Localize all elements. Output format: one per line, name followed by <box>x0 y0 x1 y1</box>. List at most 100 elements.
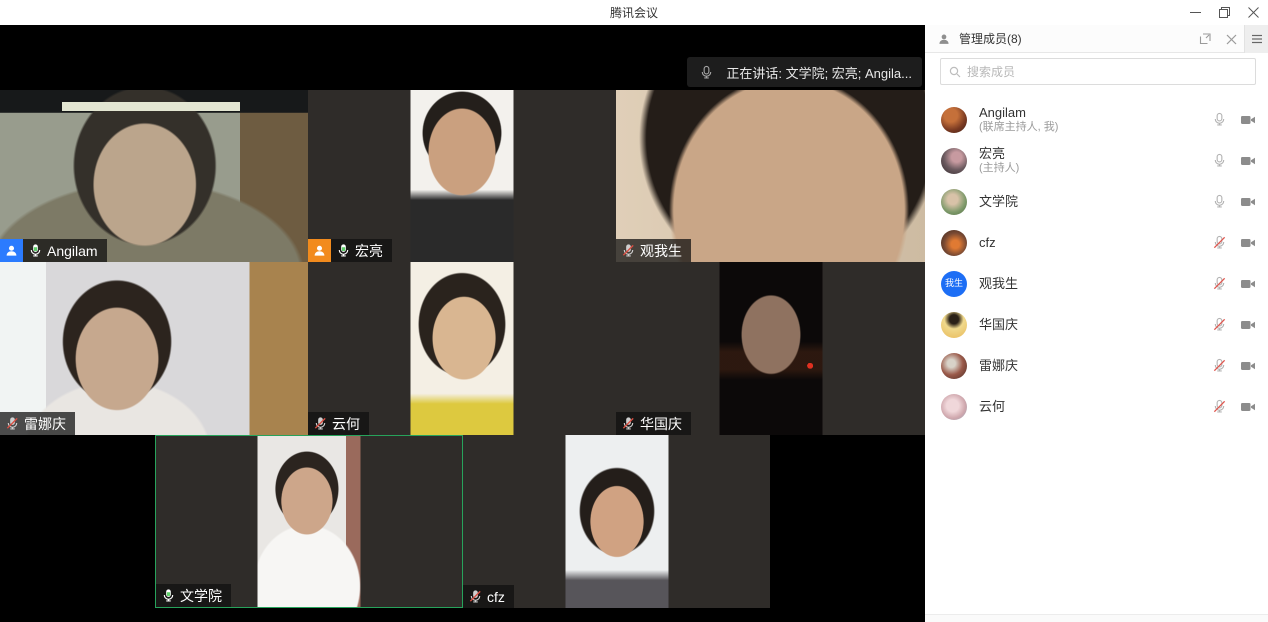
member-search-input[interactable] <box>967 65 1247 79</box>
camera-on-icon[interactable] <box>1239 152 1256 169</box>
video-feed <box>565 435 668 608</box>
avatar <box>941 189 967 215</box>
member-row-yunhe[interactable]: 云何 <box>925 386 1268 427</box>
member-role: (主持人) <box>979 161 1019 175</box>
avatar <box>941 312 967 338</box>
microphone-icon <box>699 65 714 80</box>
camera-on-icon[interactable] <box>1239 111 1256 128</box>
camera-on-icon[interactable] <box>1239 357 1256 374</box>
video-tile-wenxueyuan-active-speaker[interactable]: 文学院 <box>155 435 463 608</box>
tile-name-label: 观我生 <box>616 239 691 262</box>
video-tile-huaguoqing[interactable]: 华国庆 <box>616 262 925 435</box>
mic-speaking-icon <box>28 243 43 258</box>
member-name: 云何 <box>979 399 1005 414</box>
member-row-cfz[interactable]: cfz <box>925 222 1268 263</box>
member-row-wenxueyuan[interactable]: 文学院 <box>925 181 1268 222</box>
video-feed <box>411 262 514 435</box>
member-role: (联席主持人, 我) <box>979 120 1058 134</box>
avatar <box>941 107 967 133</box>
window-controls <box>1181 0 1268 25</box>
member-row-leinaqing[interactable]: 雷娜庆 <box>925 345 1268 386</box>
mic-on-icon[interactable] <box>1211 111 1228 128</box>
mic-speaking-icon <box>336 243 351 258</box>
popout-panel-icon[interactable] <box>1192 25 1218 53</box>
participant-name: cfz <box>487 589 505 605</box>
tile-name-label: 文学院 <box>156 584 231 607</box>
member-panel: 管理成员(8) Angilam(联席主持人, 我) 宏亮(主持人) <box>925 25 1268 622</box>
members-icon <box>937 32 951 46</box>
member-panel-title: 管理成员(8) <box>959 30 1022 47</box>
member-panel-header: 管理成员(8) <box>925 25 1268 53</box>
video-tile-angilam[interactable]: Angilam <box>0 90 308 262</box>
mic-muted-icon[interactable] <box>1211 234 1228 251</box>
tile-name-label: 华国庆 <box>616 412 691 435</box>
tile-name-label: 云何 <box>308 412 369 435</box>
participant-name: Angilam <box>47 243 98 259</box>
mic-on-icon[interactable] <box>1211 193 1228 210</box>
video-tile-guanwosheng[interactable]: 观我生 <box>616 90 925 262</box>
tencent-meeting-window: 腾讯会议 Angilam 宏亮 观我生 <box>0 0 1268 622</box>
tile-name-label: Angilam <box>0 239 107 262</box>
restore-button[interactable] <box>1210 0 1239 25</box>
close-button[interactable] <box>1239 0 1268 25</box>
mic-muted-icon <box>621 416 636 431</box>
tile-name-label: 宏亮 <box>308 239 392 262</box>
avatar: 我生 <box>941 271 967 297</box>
video-tile-cfz[interactable]: cfz <box>463 435 770 608</box>
avatar <box>941 148 967 174</box>
member-name: 宏亮 <box>979 146 1019 161</box>
host-badge-icon <box>308 239 331 262</box>
co-host-badge-icon <box>0 239 23 262</box>
video-tile-leinaqing[interactable]: 雷娜庆 <box>0 262 308 435</box>
member-name: 文学院 <box>979 194 1018 209</box>
avatar <box>941 353 967 379</box>
video-feed <box>411 90 514 262</box>
window-title: 腾讯会议 <box>610 4 658 21</box>
member-name: 观我生 <box>979 276 1018 291</box>
mic-muted-icon <box>621 243 636 258</box>
panel-menu-icon[interactable] <box>1244 25 1268 53</box>
video-tile-hongliang[interactable]: 宏亮 <box>308 90 616 262</box>
participant-name: 观我生 <box>640 241 682 261</box>
avatar <box>941 394 967 420</box>
mic-muted-icon <box>468 589 483 604</box>
participant-name: 宏亮 <box>355 241 383 261</box>
participant-name: 华国庆 <box>640 414 682 434</box>
camera-on-icon[interactable] <box>1239 234 1256 251</box>
tile-name-label: 雷娜庆 <box>0 412 75 435</box>
mic-muted-icon <box>313 416 328 431</box>
mic-on-icon[interactable] <box>1211 152 1228 169</box>
now-speaking-text: 正在讲话: 文学院; 宏亮; Angila... <box>726 63 912 82</box>
now-speaking-banner: 正在讲话: 文学院; 宏亮; Angila... <box>687 57 922 87</box>
camera-on-icon[interactable] <box>1239 398 1256 415</box>
video-feed <box>719 262 822 435</box>
camera-on-icon[interactable] <box>1239 275 1256 292</box>
member-search-box <box>940 58 1256 85</box>
member-name: 雷娜庆 <box>979 358 1018 373</box>
member-row-huaguoqing[interactable]: 华国庆 <box>925 304 1268 345</box>
mic-muted-icon[interactable] <box>1211 275 1228 292</box>
mic-muted-icon[interactable] <box>1211 357 1228 374</box>
titlebar: 腾讯会议 <box>0 0 1268 25</box>
avatar-initials: 我生 <box>945 279 963 288</box>
mic-muted-icon <box>5 416 20 431</box>
participant-name: 雷娜庆 <box>24 414 66 434</box>
member-row-hongliang[interactable]: 宏亮(主持人) <box>925 140 1268 181</box>
member-row-angilam[interactable]: Angilam(联席主持人, 我) <box>925 99 1268 140</box>
mic-muted-icon[interactable] <box>1211 398 1228 415</box>
mic-muted-icon[interactable] <box>1211 316 1228 333</box>
close-panel-icon[interactable] <box>1218 25 1244 53</box>
member-name: cfz <box>979 235 996 250</box>
tile-name-label: cfz <box>463 585 514 608</box>
search-icon <box>949 66 961 78</box>
member-panel-footer <box>925 614 1268 622</box>
video-feed <box>258 436 361 607</box>
video-tile-yunhe[interactable]: 云何 <box>308 262 616 435</box>
minimize-button[interactable] <box>1181 0 1210 25</box>
camera-on-icon[interactable] <box>1239 193 1256 210</box>
camera-on-icon[interactable] <box>1239 316 1256 333</box>
participant-name: 文学院 <box>180 586 222 606</box>
member-name: Angilam <box>979 105 1058 120</box>
member-row-guanwosheng[interactable]: 我生 观我生 <box>925 263 1268 304</box>
member-name: 华国庆 <box>979 317 1018 332</box>
